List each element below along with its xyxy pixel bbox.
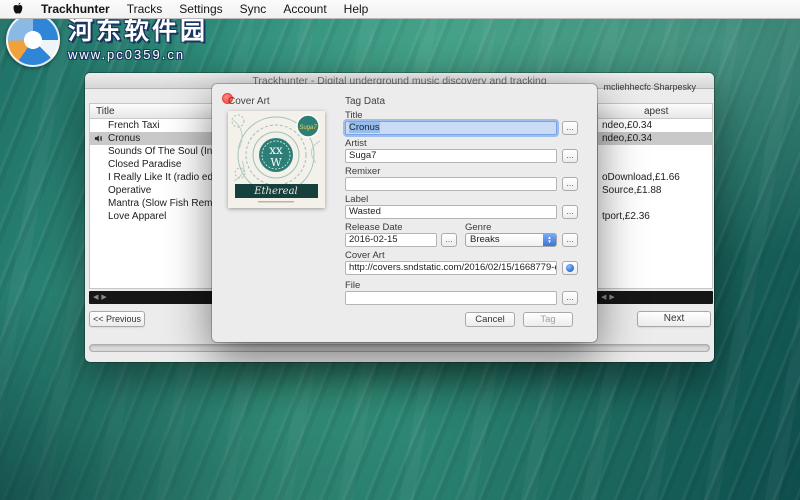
apple-icon xyxy=(13,2,23,14)
file-input[interactable] xyxy=(345,291,557,305)
store-row[interactable] xyxy=(598,158,712,171)
label-field-label: Label xyxy=(345,194,369,205)
genre-dropdown[interactable]: Breaks ▲ ▼ xyxy=(465,233,557,247)
watermark-site-url: www.pc0359.cn xyxy=(68,46,186,62)
dropdown-arrows-icon: ▲ ▼ xyxy=(543,234,556,246)
store-list-scrollbar[interactable]: ◀ ▶ xyxy=(597,291,713,304)
artist-more-button[interactable]: … xyxy=(562,149,578,163)
scroll-right-icon[interactable]: ▶ xyxy=(609,291,614,304)
album-title: Ethereal xyxy=(253,186,298,197)
release-date-input[interactable]: 2016-02-15 xyxy=(345,233,437,247)
menu-item-sync[interactable]: Sync xyxy=(240,2,267,16)
remixer-field-label: Remixer xyxy=(345,166,381,177)
next-button[interactable]: Next xyxy=(637,311,711,327)
title-input-value: Cronus xyxy=(349,122,380,133)
scroll-left-icon[interactable]: ◀ xyxy=(93,291,98,304)
cover-art-field-label: Cover Art xyxy=(345,250,385,261)
cover-art-section-label: Cover Art xyxy=(228,96,270,107)
artist-input[interactable]: Suga7 xyxy=(345,149,557,163)
store-row[interactable] xyxy=(598,145,712,158)
cancel-button[interactable]: Cancel xyxy=(465,312,515,327)
menu-item-trackhunter[interactable]: Trackhunter xyxy=(41,2,110,16)
remixer-more-button[interactable]: … xyxy=(562,177,578,191)
watermark-site-name: 河东软件园 xyxy=(68,17,209,46)
speaker-icon xyxy=(94,134,103,145)
scroll-left-icon[interactable]: ◀ xyxy=(601,291,606,304)
title-more-button[interactable]: … xyxy=(562,121,578,135)
title-input[interactable]: Cronus xyxy=(345,121,557,135)
album-cover-art: xx W Suga7 Ethereal xyxy=(228,111,325,208)
track-row-label: Cronus xyxy=(108,133,141,144)
menu-bar: Trackhunter Tracks Settings Sync Account… xyxy=(0,0,800,19)
watermark-logo-icon xyxy=(6,13,60,67)
genre-dropdown-value: Breaks xyxy=(470,234,500,245)
tag-button[interactable]: Tag xyxy=(523,312,573,327)
column-header-cheapest[interactable]: apest xyxy=(598,104,712,119)
artist-field-label: Artist xyxy=(345,138,367,149)
previous-button[interactable]: << Previous xyxy=(89,311,145,327)
cover-art-fetch-button[interactable] xyxy=(562,261,578,275)
release-date-more-button[interactable]: … xyxy=(441,233,457,247)
label-input[interactable]: Wasted xyxy=(345,205,557,219)
globe-icon xyxy=(566,264,574,272)
album-monogram-top: xx xyxy=(269,143,283,157)
tag-editor-dialog: Cover Art Tag Data xx W Suga7 Ethereal T… xyxy=(212,84,597,342)
genre-field-label: Genre xyxy=(465,222,492,233)
file-more-button[interactable]: … xyxy=(562,291,578,305)
album-monogram-bottom: W xyxy=(270,156,282,169)
menu-item-settings[interactable]: Settings xyxy=(179,2,222,16)
store-row[interactable]: oDownload,£1.66 xyxy=(598,171,712,184)
progress-bar xyxy=(89,344,710,352)
cover-art-url-input[interactable]: http://covers.sndstatic.com/2016/02/15/1… xyxy=(345,261,557,275)
file-field-label: File xyxy=(345,280,361,291)
tag-data-section-label: Tag Data xyxy=(345,96,386,107)
store-row[interactable]: ndeo,£0.34 xyxy=(598,119,712,132)
store-row[interactable] xyxy=(598,197,712,210)
genre-more-button[interactable]: … xyxy=(562,233,578,247)
label-more-button[interactable]: … xyxy=(562,205,578,219)
store-row-selected[interactable]: ndeo,£0.34 xyxy=(598,132,712,145)
remixer-input[interactable] xyxy=(345,177,557,191)
title-field-label: Title xyxy=(345,110,363,121)
menu-item-help[interactable]: Help xyxy=(344,2,369,16)
apple-menu[interactable] xyxy=(12,2,24,16)
scroll-right-icon[interactable]: ▶ xyxy=(101,291,106,304)
site-watermark: 河东软件园 www.pc0359.cn xyxy=(6,13,208,67)
header-fragment: mcliehhecfc Sharpesky xyxy=(603,82,696,92)
store-row[interactable]: Source,£1.88 xyxy=(598,184,712,197)
menu-item-tracks[interactable]: Tracks xyxy=(127,2,163,16)
album-artist-badge: Suga7 xyxy=(299,125,317,131)
store-price-pane: apest ndeo,£0.34 ndeo,£0.34 oDownload,£1… xyxy=(597,103,713,289)
store-row[interactable]: tport,£2.36 xyxy=(598,210,712,223)
menu-item-account[interactable]: Account xyxy=(283,2,326,16)
release-date-field-label: Release Date xyxy=(345,222,403,233)
